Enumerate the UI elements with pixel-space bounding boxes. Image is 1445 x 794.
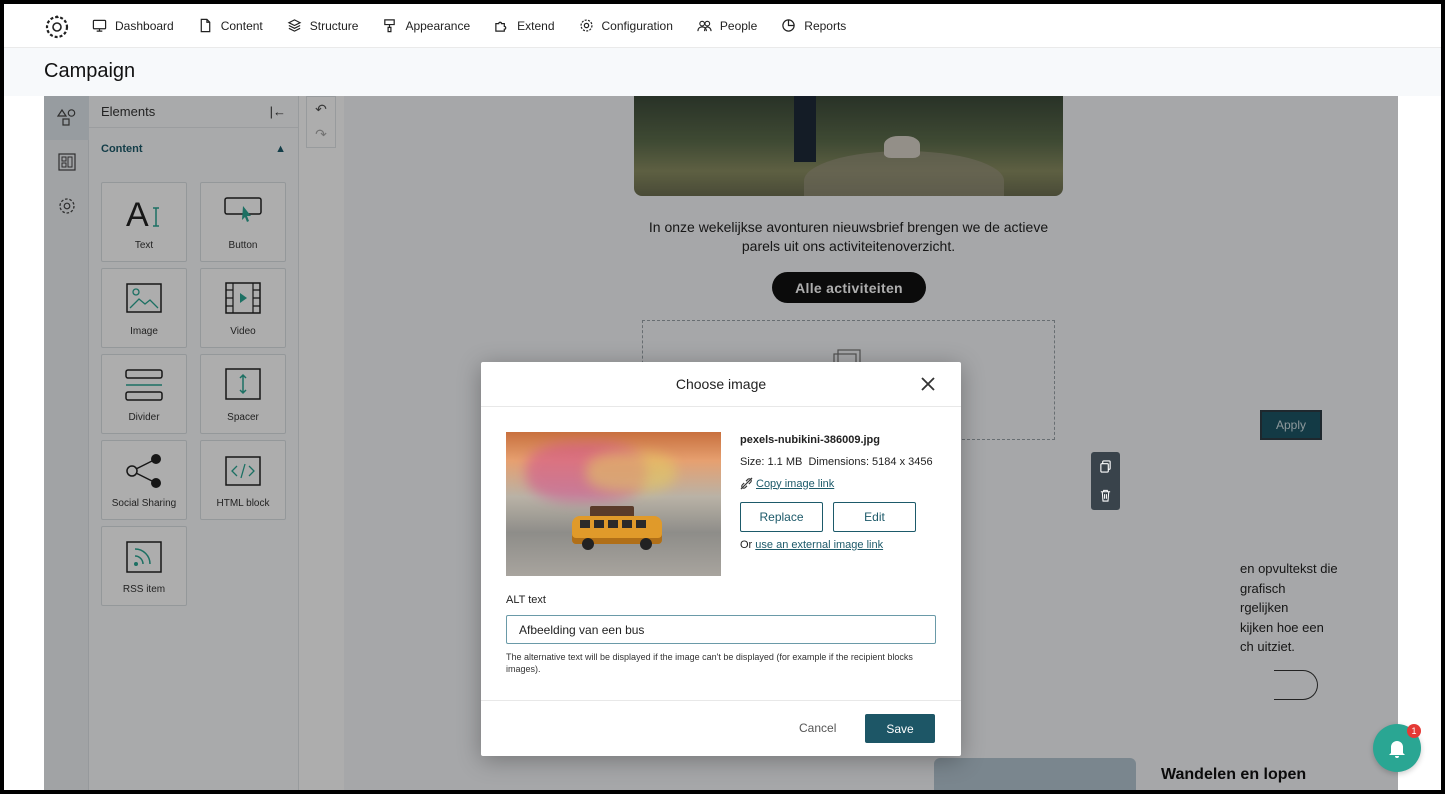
nav-label: Extend: [517, 18, 555, 33]
file-dimensions: Dimensions: 5184 x 3456: [808, 456, 933, 468]
notification-count-badge: 1: [1407, 724, 1421, 738]
edit-button[interactable]: Edit: [833, 502, 916, 532]
alt-text-help: The alternative text will be displayed i…: [506, 652, 913, 674]
people-icon: [697, 20, 712, 32]
nav-content[interactable]: Content: [198, 18, 263, 33]
bus-window-shape: [622, 520, 632, 528]
copy-image-link[interactable]: Copy image link: [740, 477, 950, 490]
bus-window-shape: [608, 520, 618, 528]
image-actions: Replace Edit: [740, 502, 950, 532]
nav-label: Dashboard: [115, 18, 174, 33]
external-image-link[interactable]: use an external image link: [755, 539, 883, 551]
nav-extend[interactable]: Extend: [494, 18, 555, 33]
nav-label: Structure: [309, 18, 359, 33]
image-info: pexels-nubikini-386009.jpg Size: 1.1 MB …: [740, 434, 950, 551]
paint-icon: [384, 19, 396, 33]
drupal-logo-icon[interactable]: [44, 13, 70, 39]
bus-window-shape: [636, 520, 646, 528]
file-meta: Size: 1.1 MB Dimensions: 5184 x 3456: [740, 456, 950, 468]
bus-wheel-shape: [640, 538, 652, 550]
preview-blur-shape: [586, 452, 676, 492]
gear-icon: [579, 19, 593, 32]
dialog-header: Choose image: [481, 362, 961, 407]
image-preview: [506, 432, 721, 576]
bus-window-shape: [594, 520, 604, 528]
document-icon: [200, 18, 211, 33]
page-header: Campaign: [4, 48, 1441, 96]
block-tools: [1091, 452, 1120, 510]
dialog-title: Choose image: [675, 376, 767, 392]
puzzle-icon: [495, 21, 507, 32]
nav-structure[interactable]: Structure: [287, 18, 359, 33]
monitor-icon: [92, 19, 107, 32]
dialog-footer: Cancel Save: [481, 700, 961, 756]
alt-text-input[interactable]: [506, 615, 936, 644]
nav-label: Reports: [804, 18, 847, 33]
nav-label: Configuration: [601, 18, 673, 33]
cancel-button[interactable]: Cancel: [799, 721, 836, 735]
close-icon[interactable]: [919, 375, 937, 393]
alt-text-label: ALT text: [506, 594, 546, 606]
trash-icon[interactable]: [1099, 489, 1112, 502]
nav-label: People: [719, 18, 758, 33]
layers-icon: [287, 19, 302, 32]
external-link-line: Or use an external image link: [740, 539, 950, 551]
link-icon: [740, 477, 753, 490]
save-button[interactable]: Save: [865, 714, 935, 743]
file-name: pexels-nubikini-386009.jpg: [740, 434, 880, 446]
nav-appearance[interactable]: Appearance: [382, 18, 470, 33]
file-size: Size: 1.1 MB: [740, 456, 803, 468]
nav-configuration[interactable]: Configuration: [579, 18, 673, 33]
nav-dashboard[interactable]: Dashboard: [92, 18, 174, 33]
nav-label: Content: [220, 18, 263, 33]
page-title: Campaign: [44, 60, 136, 82]
or-text: Or: [740, 539, 753, 551]
nav-reports[interactable]: Reports: [781, 18, 846, 33]
choose-image-dialog: Choose image pexels-nubikini-386009.jpg …: [481, 362, 961, 756]
bus-window-shape: [580, 520, 590, 528]
bell-icon: [1389, 741, 1405, 758]
top-navigation: Dashboard Content Structure Appearance E…: [4, 4, 1441, 48]
nav-label: Appearance: [405, 18, 471, 33]
notifications-button[interactable]: 1: [1373, 724, 1421, 772]
nav-people[interactable]: People: [697, 18, 757, 33]
pie-chart-icon: [782, 19, 796, 32]
bus-wheel-shape: [582, 538, 594, 550]
duplicate-icon[interactable]: [1099, 460, 1112, 473]
replace-button[interactable]: Replace: [740, 502, 823, 532]
copy-link-label: Copy image link: [756, 477, 835, 490]
